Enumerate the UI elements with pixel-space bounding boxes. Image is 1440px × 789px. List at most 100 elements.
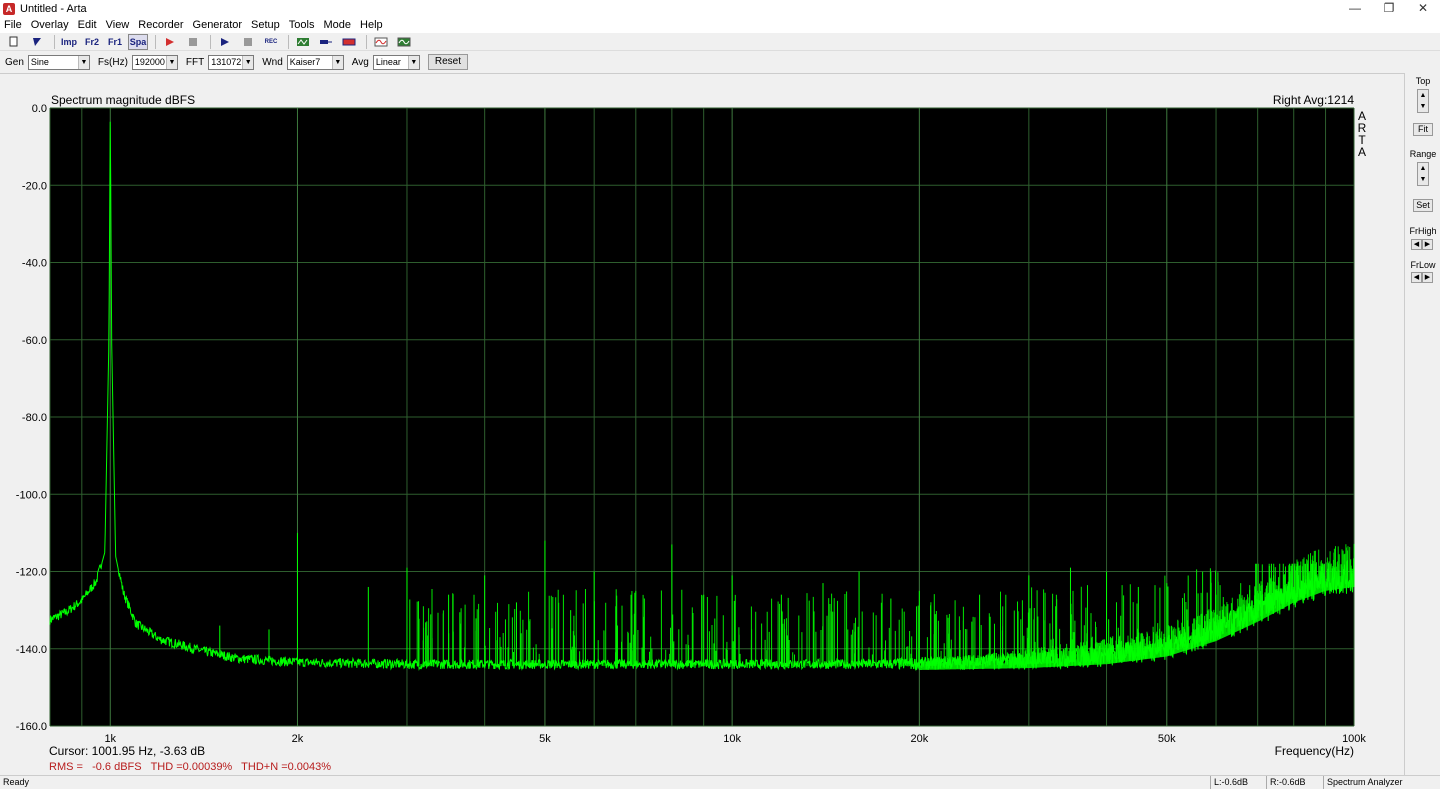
y-tick-label: -120.0 — [16, 567, 47, 579]
status-right-level: R:-0.6dB — [1266, 776, 1322, 789]
wnd-label: Wnd — [262, 56, 283, 68]
window-title: Untitled - Arta — [20, 2, 87, 15]
wnd-value: Kaiser7 — [289, 57, 321, 67]
minimize-icon[interactable]: — — [1338, 0, 1372, 17]
impulse-mode-button[interactable]: Imp — [59, 34, 79, 50]
menu-recorder[interactable]: Recorder — [138, 19, 183, 31]
cursor-readout: Cursor: 1001.95 Hz, -3.63 dB — [49, 744, 205, 758]
menu-setup[interactable]: Setup — [251, 19, 280, 31]
menu-file[interactable]: File — [4, 19, 22, 31]
menu-generator[interactable]: Generator — [193, 19, 243, 31]
status-left-level: L:-0.6dB — [1210, 776, 1265, 789]
chevron-left-icon[interactable]: ◀ — [1411, 239, 1422, 250]
avg-select[interactable]: Linear ▼ — [372, 54, 420, 70]
card-icon[interactable] — [339, 34, 359, 50]
x-tick-label: 10k — [723, 733, 741, 745]
open-icon[interactable] — [27, 34, 47, 50]
chevron-down-icon: ▼ — [407, 55, 419, 69]
fs-value: 192000 — [134, 57, 165, 67]
record-icon[interactable] — [160, 34, 180, 50]
frlow-buttons[interactable]: ◀ ▶ — [1411, 272, 1433, 283]
menu-view[interactable]: View — [106, 19, 130, 31]
chevron-down-icon: ▼ — [242, 55, 254, 69]
plot-title: Spectrum magnitude dBFS — [51, 93, 195, 107]
options-bar: Gen Sine ▼ Fs(Hz) 192000 ▼ FFT 131072 ▼ Wnd… — [0, 52, 1440, 72]
set-button[interactable]: Set — [1413, 199, 1433, 212]
freq-2ch-mode-button[interactable]: Fr2 — [82, 34, 102, 50]
y-tick-label: -60.0 — [22, 335, 47, 347]
gen-value: Sine — [30, 57, 49, 67]
chevron-down-icon: ▼ — [331, 55, 343, 69]
new-icon[interactable] — [4, 34, 24, 50]
x-tick-label: 5k — [539, 733, 551, 745]
stop2-icon[interactable] — [238, 34, 258, 50]
plot-area[interactable]: 0.0 -20.0 -40.0 -60.0 -80.0 -100.0 -120.0 -140.… — [0, 73, 1404, 775]
frhigh-label: FrHigh — [1409, 226, 1437, 236]
spectrum-chart[interactable]: 0.0 -20.0 -40.0 -60.0 -80.0 -100.0 -120.0 -140.… — [0, 74, 1404, 776]
channel-info: Right Avg:1214 — [1273, 93, 1355, 107]
x-tick-label: 2k — [292, 733, 304, 745]
chevron-down-icon: ▼ — [165, 55, 177, 69]
fs-label: Fs(Hz) — [97, 56, 128, 68]
stats-readout: RMS = -0.6 dBFS THD =0.00039% THD+N =0.0… — [49, 761, 331, 773]
y-tick-label: -160.0 — [16, 721, 47, 733]
play-icon[interactable] — [215, 34, 235, 50]
y-tick-label: -80.0 — [22, 412, 47, 424]
top-label: Top — [1415, 76, 1431, 86]
freq-1ch-mode-button[interactable]: Fr1 — [105, 34, 125, 50]
restore-icon[interactable]: ❐ — [1372, 0, 1406, 17]
x-axis-ticks: 1k 2k 5k 10k 20k 50k 100k — [104, 733, 1366, 745]
menu-tools[interactable]: Tools — [289, 19, 315, 31]
fft-select[interactable]: 131072 ▼ — [208, 54, 255, 70]
y-tick-label: -140.0 — [16, 644, 47, 656]
title-bar: A Untitled - Arta — ❐ ✕ — [0, 0, 1440, 17]
top-spinner[interactable]: ▲ ▼ — [1417, 89, 1429, 113]
chevron-left-icon[interactable]: ◀ — [1411, 272, 1422, 283]
stop-icon[interactable] — [183, 34, 203, 50]
chevron-down-icon: ▼ — [77, 55, 89, 69]
gen-select[interactable]: Sine ▼ — [27, 54, 90, 70]
close-icon[interactable]: ✕ — [1406, 0, 1440, 17]
menu-help[interactable]: Help — [360, 19, 383, 31]
y-tick-label: 0.0 — [32, 103, 47, 115]
scope-icon[interactable] — [371, 34, 391, 50]
y-axis-ticks: 0.0 -20.0 -40.0 -60.0 -80.0 -100.0 -120.0 -140.… — [16, 103, 47, 733]
y-tick-label: -40.0 — [22, 258, 47, 270]
logo-letter: A — [1358, 145, 1366, 159]
x-tick-label: 20k — [910, 733, 928, 745]
fs-select[interactable]: 192000 ▼ — [131, 54, 178, 70]
menu-mode[interactable]: Mode — [323, 19, 351, 31]
y-tick-label: -100.0 — [16, 489, 47, 501]
arta-logo: ARTA — [1358, 109, 1367, 159]
status-ready: Ready — [3, 777, 30, 787]
x-tick-label: 50k — [1158, 733, 1176, 745]
connector-icon[interactable] — [316, 34, 336, 50]
chevron-right-icon[interactable]: ▶ — [1422, 239, 1433, 250]
avg-label: Avg — [351, 56, 369, 68]
menu-edit[interactable]: Edit — [78, 19, 97, 31]
gen-label: Gen — [5, 56, 24, 68]
chevron-right-icon[interactable]: ▶ — [1422, 272, 1433, 283]
x-axis-title: Frequency(Hz) — [1275, 744, 1354, 758]
toolbar: Imp Fr2 Fr1 Spa REC — [0, 33, 1440, 51]
status-mode: Spectrum Analyzer — [1323, 776, 1440, 789]
menu-overlay[interactable]: Overlay — [31, 19, 69, 31]
wnd-select[interactable]: Kaiser7 ▼ — [286, 54, 344, 70]
fft-value: 131072 — [211, 57, 242, 67]
frhigh-buttons[interactable]: ◀ ▶ — [1411, 239, 1433, 250]
menu-bar: File Overlay Edit View Recorder Generato… — [0, 17, 1440, 33]
y-tick-label: -20.0 — [22, 180, 47, 192]
avg-value: Linear — [375, 57, 401, 67]
fft-label: FFT — [185, 56, 205, 68]
generator-icon[interactable] — [293, 34, 313, 50]
frlow-label: FrLow — [1410, 260, 1436, 270]
rec-icon[interactable]: REC — [261, 34, 281, 50]
analyzer-icon[interactable] — [394, 34, 414, 50]
reset-button[interactable]: Reset — [427, 54, 468, 70]
range-spinner[interactable]: ▲ ▼ — [1417, 162, 1429, 186]
fit-button[interactable]: Fit — [1413, 123, 1433, 136]
right-control-panel: Top ▲ ▼ Fit Range ▲ ▼ Set FrHigh ◀ ▶ FrLow … — [1404, 73, 1440, 775]
spectrum-mode-button[interactable]: Spa — [128, 33, 148, 50]
range-label: Range — [1409, 149, 1437, 159]
status-bar: Ready L:-0.6dB R:-0.6dB Spectrum Analyze… — [0, 775, 1440, 789]
